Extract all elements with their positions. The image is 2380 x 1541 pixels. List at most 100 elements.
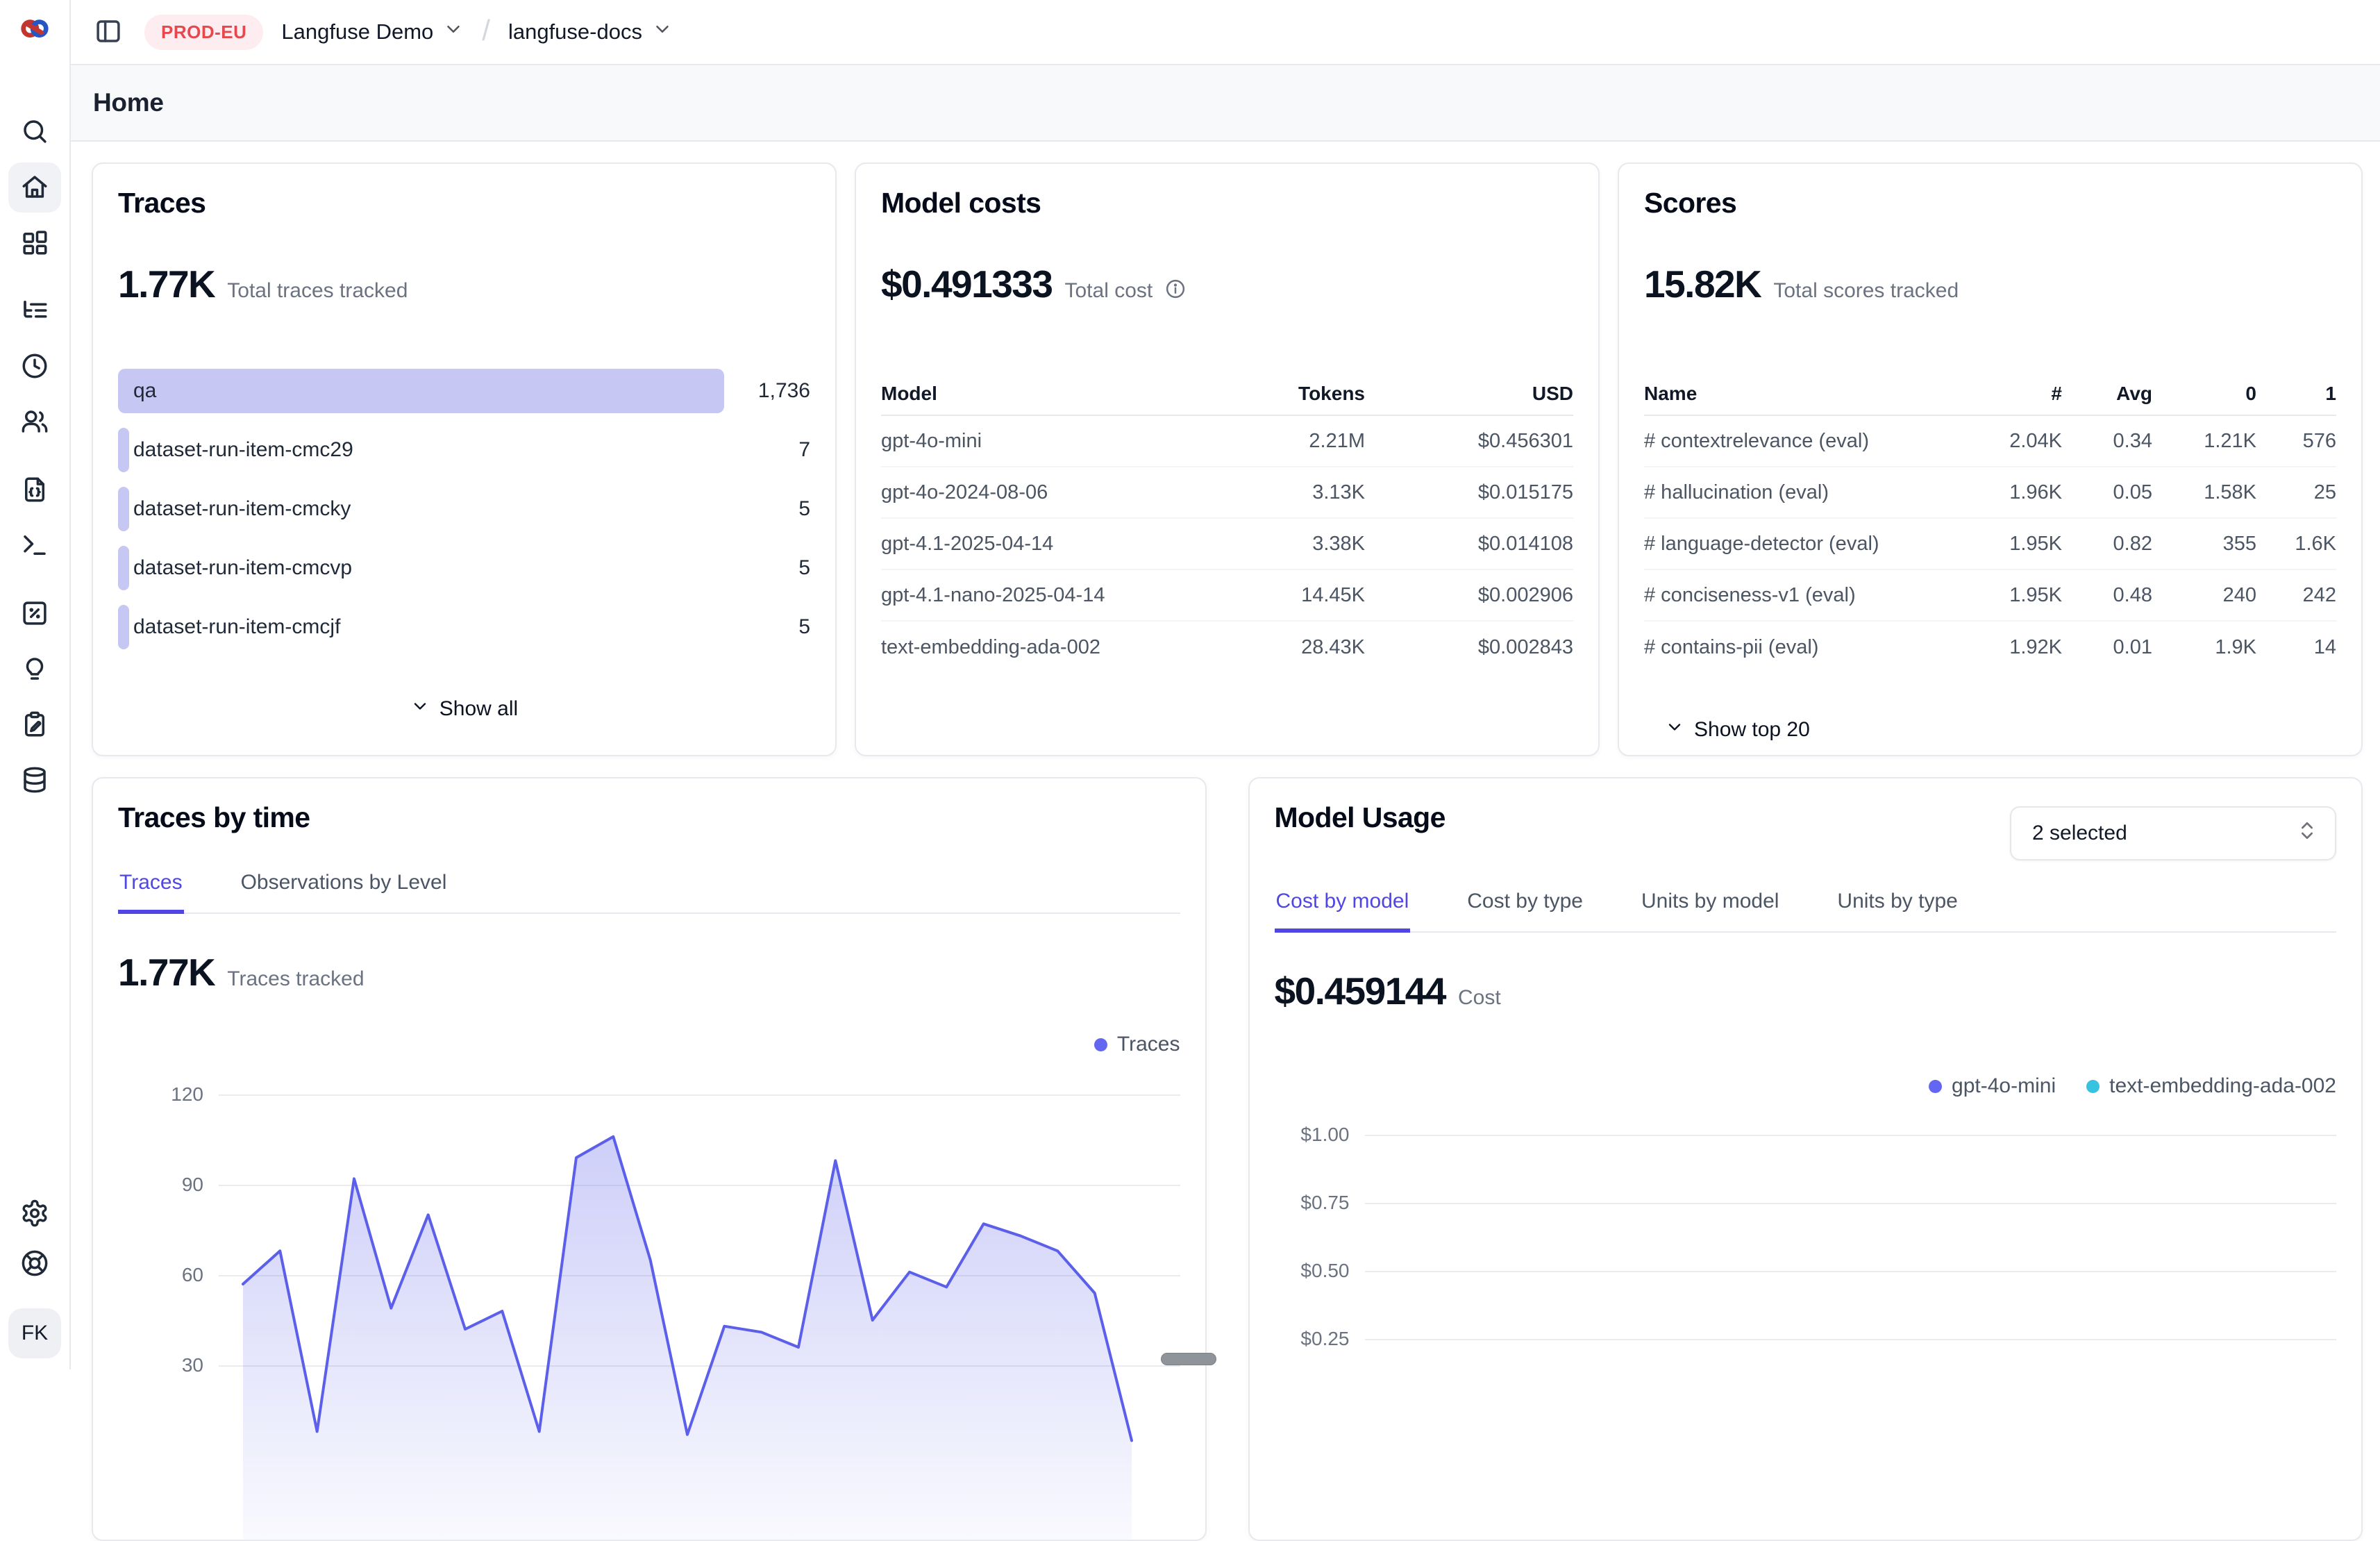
list-tree-icon bbox=[20, 296, 49, 327]
tab-units-by-type[interactable]: Units by type bbox=[1836, 890, 1959, 931]
sidebar-item-datasets[interactable] bbox=[8, 756, 61, 806]
sidebar-item-annotation[interactable] bbox=[8, 644, 61, 694]
tab-cost-by-type[interactable]: Cost by type bbox=[1466, 890, 1584, 931]
trace-bar-row: dataset-run-item-cmcvp 5 bbox=[118, 546, 810, 590]
legend-item: Traces bbox=[1094, 1033, 1180, 1056]
sidebar-item-playground[interactable] bbox=[8, 521, 61, 571]
show-top-20-button[interactable]: Show top 20 bbox=[1665, 717, 1810, 742]
sidebar-item-tracing[interactable] bbox=[8, 286, 61, 336]
traces-tracked-label: Traces tracked bbox=[227, 967, 364, 991]
home-icon bbox=[20, 172, 49, 203]
trace-bar-row: dataset-run-item-cmcjf 5 bbox=[118, 605, 810, 649]
trace-bar-row: qa 1,736 bbox=[118, 369, 810, 413]
scores-card: Scores 15.82K Total scores tracked Name … bbox=[1618, 163, 2363, 756]
users-icon bbox=[20, 407, 49, 438]
org-switcher[interactable]: Langfuse Demo bbox=[281, 19, 464, 45]
bar bbox=[118, 546, 129, 590]
legend-item: text-embedding-ada-002 bbox=[2086, 1074, 2336, 1098]
user-avatar[interactable]: FK bbox=[8, 1308, 61, 1358]
sidebar-item-evaluators[interactable] bbox=[8, 589, 61, 639]
topbar: PROD-EU Langfuse Demo / langfuse-docs bbox=[71, 0, 2380, 64]
horizontal-scrollbar-thumb[interactable] bbox=[1161, 1353, 1216, 1365]
bar-label: dataset-run-item-cmcvp bbox=[133, 556, 352, 580]
info-icon bbox=[1165, 278, 1186, 299]
bar-value: 7 bbox=[724, 438, 810, 462]
sidebar: FK bbox=[0, 0, 71, 1369]
table-row: gpt-4o-mini 2.21M $0.456301 bbox=[881, 416, 1573, 467]
file-json-icon bbox=[20, 475, 49, 506]
org-name: Langfuse Demo bbox=[281, 19, 433, 44]
legend-item: gpt-4o-mini bbox=[1929, 1074, 2056, 1098]
sidebar-item-experiments[interactable] bbox=[8, 700, 61, 750]
environment-badge: PROD-EU bbox=[144, 15, 263, 50]
bar-value: 5 bbox=[724, 497, 810, 521]
model-usage-tabs: Cost by model Cost by type Units by mode… bbox=[1275, 890, 2337, 933]
sidebar-item-dashboards[interactable] bbox=[8, 218, 61, 268]
column-header: Name bbox=[1644, 383, 1958, 405]
tab-observations-by-level[interactable]: Observations by Level bbox=[240, 871, 449, 913]
model-costs-card: Model costs $0.491333 Total cost Model T… bbox=[855, 163, 1600, 756]
model-usage-chart: $1.00$0.75$0.50$0.25 bbox=[1275, 1118, 2337, 1507]
sidebar-item-prompts[interactable] bbox=[8, 465, 61, 515]
gear-icon bbox=[20, 1199, 49, 1230]
sidebar-item-support[interactable] bbox=[8, 1239, 61, 1289]
table-row: gpt-4.1-2025-04-14 3.38K $0.014108 bbox=[881, 519, 1573, 570]
traces-area-chart: 120906030 bbox=[118, 1078, 1180, 1536]
chevron-down-icon bbox=[1665, 717, 1684, 742]
scores-total-label: Total scores tracked bbox=[1773, 279, 1959, 303]
langfuse-logo-icon bbox=[19, 15, 51, 43]
tab-units-by-model[interactable]: Units by model bbox=[1640, 890, 1780, 931]
trace-bar-row: dataset-run-item-cmcky 5 bbox=[118, 487, 810, 531]
tab-cost-by-model[interactable]: Cost by model bbox=[1275, 890, 1411, 931]
total-cost-value: $0.491333 bbox=[881, 262, 1053, 306]
sidebar-item-search[interactable] bbox=[8, 107, 61, 157]
bar bbox=[118, 487, 129, 531]
main-area: PROD-EU Langfuse Demo / langfuse-docs Ho… bbox=[71, 0, 2380, 1369]
column-header: 0 bbox=[2152, 383, 2256, 405]
sidebar-toggle-button[interactable] bbox=[90, 14, 126, 50]
chart-legend: Traces bbox=[118, 1033, 1180, 1056]
project-name: langfuse-docs bbox=[508, 19, 642, 44]
life-buoy-icon bbox=[20, 1249, 49, 1280]
project-switcher[interactable]: langfuse-docs bbox=[508, 19, 673, 45]
sidebar-item-sessions[interactable] bbox=[8, 342, 61, 392]
selected-count: 2 selected bbox=[2032, 822, 2127, 845]
table-row: # conciseness-v1 (eval) 1.95K 0.48 240 2… bbox=[1644, 570, 2336, 622]
page-title: Home bbox=[93, 88, 164, 117]
card-title: Traces bbox=[118, 189, 810, 217]
page-header: Home bbox=[71, 64, 2380, 142]
model-costs-table: Model Tokens USD gpt-4o-mini 2.21M $0.45… bbox=[881, 373, 1573, 673]
clock-icon bbox=[20, 351, 49, 383]
table-row: # language-detector (eval) 1.95K 0.82 35… bbox=[1644, 519, 2336, 570]
show-all-button[interactable]: Show all bbox=[410, 697, 518, 722]
bar-value: 5 bbox=[724, 615, 810, 639]
usage-cost-value: $0.459144 bbox=[1275, 969, 1446, 1013]
card-title: Model costs bbox=[881, 189, 1573, 217]
dashboard-content: Traces 1.77K Total traces tracked qa 1,7… bbox=[71, 142, 2380, 1541]
chevron-down-icon bbox=[652, 19, 673, 45]
model-select-dropdown[interactable]: 2 selected bbox=[2010, 806, 2336, 860]
traces-card: Traces 1.77K Total traces tracked qa 1,7… bbox=[92, 163, 837, 756]
table-row: gpt-4o-2024-08-06 3.13K $0.015175 bbox=[881, 467, 1573, 519]
scores-total-value: 15.82K bbox=[1644, 262, 1761, 306]
breadcrumb-separator: / bbox=[482, 14, 490, 47]
traces-total-value: 1.77K bbox=[118, 262, 215, 306]
tab-traces[interactable]: Traces bbox=[118, 871, 184, 913]
table-row: # contextrelevance (eval) 2.04K 0.34 1.2… bbox=[1644, 416, 2336, 467]
column-header: 1 bbox=[2256, 383, 2336, 405]
legend-dot bbox=[1094, 1038, 1107, 1051]
bar-label: qa bbox=[133, 379, 156, 403]
terminal-icon bbox=[20, 531, 49, 562]
avatar-initials: FK bbox=[22, 1322, 48, 1345]
sidebar-item-settings[interactable] bbox=[8, 1189, 61, 1239]
traces-tracked-value: 1.77K bbox=[118, 950, 215, 994]
bar-label: dataset-run-item-cmcky bbox=[133, 497, 351, 521]
table-row: text-embedding-ada-002 28.43K $0.002843 bbox=[881, 622, 1573, 673]
database-icon bbox=[20, 765, 49, 797]
traces-total-label: Total traces tracked bbox=[227, 279, 408, 303]
sidebar-item-home[interactable] bbox=[8, 163, 61, 213]
sidebar-item-users[interactable] bbox=[8, 397, 61, 447]
bar-value: 5 bbox=[724, 556, 810, 580]
legend-dot bbox=[2086, 1080, 2100, 1093]
panel-left-icon bbox=[94, 17, 123, 48]
